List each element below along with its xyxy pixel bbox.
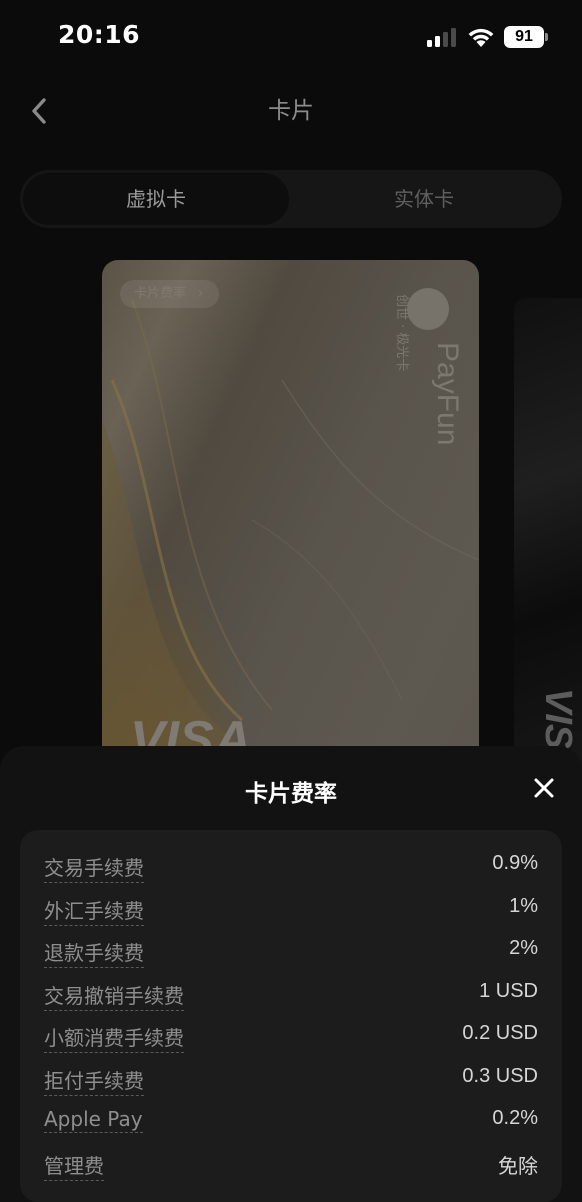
fee-row: 拒付手续费 0.3 USD <box>20 1057 562 1099</box>
status-bar: 20:16 91 <box>0 0 582 74</box>
battery-icon: 91 <box>504 26 548 48</box>
fee-value: 0.2% <box>492 1107 538 1129</box>
fee-list: 交易手续费 0.9% 外汇手续费 1% 退款手续费 2% 交易撤销手续费 1 U… <box>20 830 562 1202</box>
fee-row: 退款手续费 2% <box>20 929 562 971</box>
fee-value: 0.3 USD <box>462 1065 538 1087</box>
fee-value: 1 USD <box>479 980 538 1002</box>
fee-name[interactable]: 管理费 <box>44 1150 104 1181</box>
close-icon <box>534 778 554 798</box>
wifi-icon <box>468 28 494 47</box>
fee-value: 0.2 USD <box>462 1022 538 1044</box>
fee-row: 交易手续费 0.9% <box>20 844 562 886</box>
status-time: 20:16 <box>58 20 141 49</box>
fee-bottom-sheet: 卡片费率 交易手续费 0.9% 外汇手续费 1% 退款手续费 2% 交易撤销手续… <box>0 746 582 1202</box>
virtual-card[interactable]: 卡片费率 › PayFun 创世 · 极光卡 VISA <box>102 260 479 820</box>
fee-name[interactable]: 拒付手续费 <box>44 1065 144 1096</box>
fee-row: 管理费 免除 <box>20 1142 562 1184</box>
fee-row: 外汇手续费 1% <box>20 887 562 929</box>
tab-physical-card[interactable]: 实体卡 <box>290 173 558 225</box>
fee-name[interactable]: 外汇手续费 <box>44 895 144 926</box>
fee-value: 2% <box>509 937 538 959</box>
card-type-label: 创世 · 极光卡 <box>394 294 409 371</box>
fee-value: 0.9% <box>492 852 538 874</box>
fee-row: 交易撤销手续费 1 USD <box>20 972 562 1014</box>
tab-virtual-card[interactable]: 虚拟卡 <box>23 173 289 225</box>
fee-name[interactable]: Apple Pay <box>44 1107 143 1133</box>
cellular-signal-icon <box>427 28 456 47</box>
battery-level: 91 <box>515 28 533 45</box>
fee-name[interactable]: 退款手续费 <box>44 937 144 968</box>
chevron-right-icon: › <box>198 286 204 301</box>
page-title: 卡片 <box>268 98 314 124</box>
card-fee-link-label: 卡片费率 <box>134 286 187 301</box>
close-button[interactable] <box>528 772 560 804</box>
fee-row: 小额消费手续费 0.2 USD <box>20 1014 562 1056</box>
fee-value: 1% <box>509 895 538 917</box>
physical-card-preview[interactable]: VISA <box>514 298 582 818</box>
sheet-title: 卡片费率 <box>245 781 337 807</box>
fee-name[interactable]: 小额消费手续费 <box>44 1022 184 1053</box>
fee-row: Apple Pay 0.2% <box>20 1099 562 1141</box>
card-type-tabs: 虚拟卡 实体卡 <box>20 170 562 228</box>
card-fee-link[interactable]: 卡片费率 › <box>120 280 220 308</box>
fee-value: 免除 <box>498 1156 538 1178</box>
fee-name[interactable]: 交易撤销手续费 <box>44 980 184 1011</box>
card-brand-text: PayFun 创世 · 极光卡 <box>394 294 462 445</box>
fee-name[interactable]: 交易手续费 <box>44 852 144 883</box>
card-brand-name: PayFun <box>431 342 462 445</box>
